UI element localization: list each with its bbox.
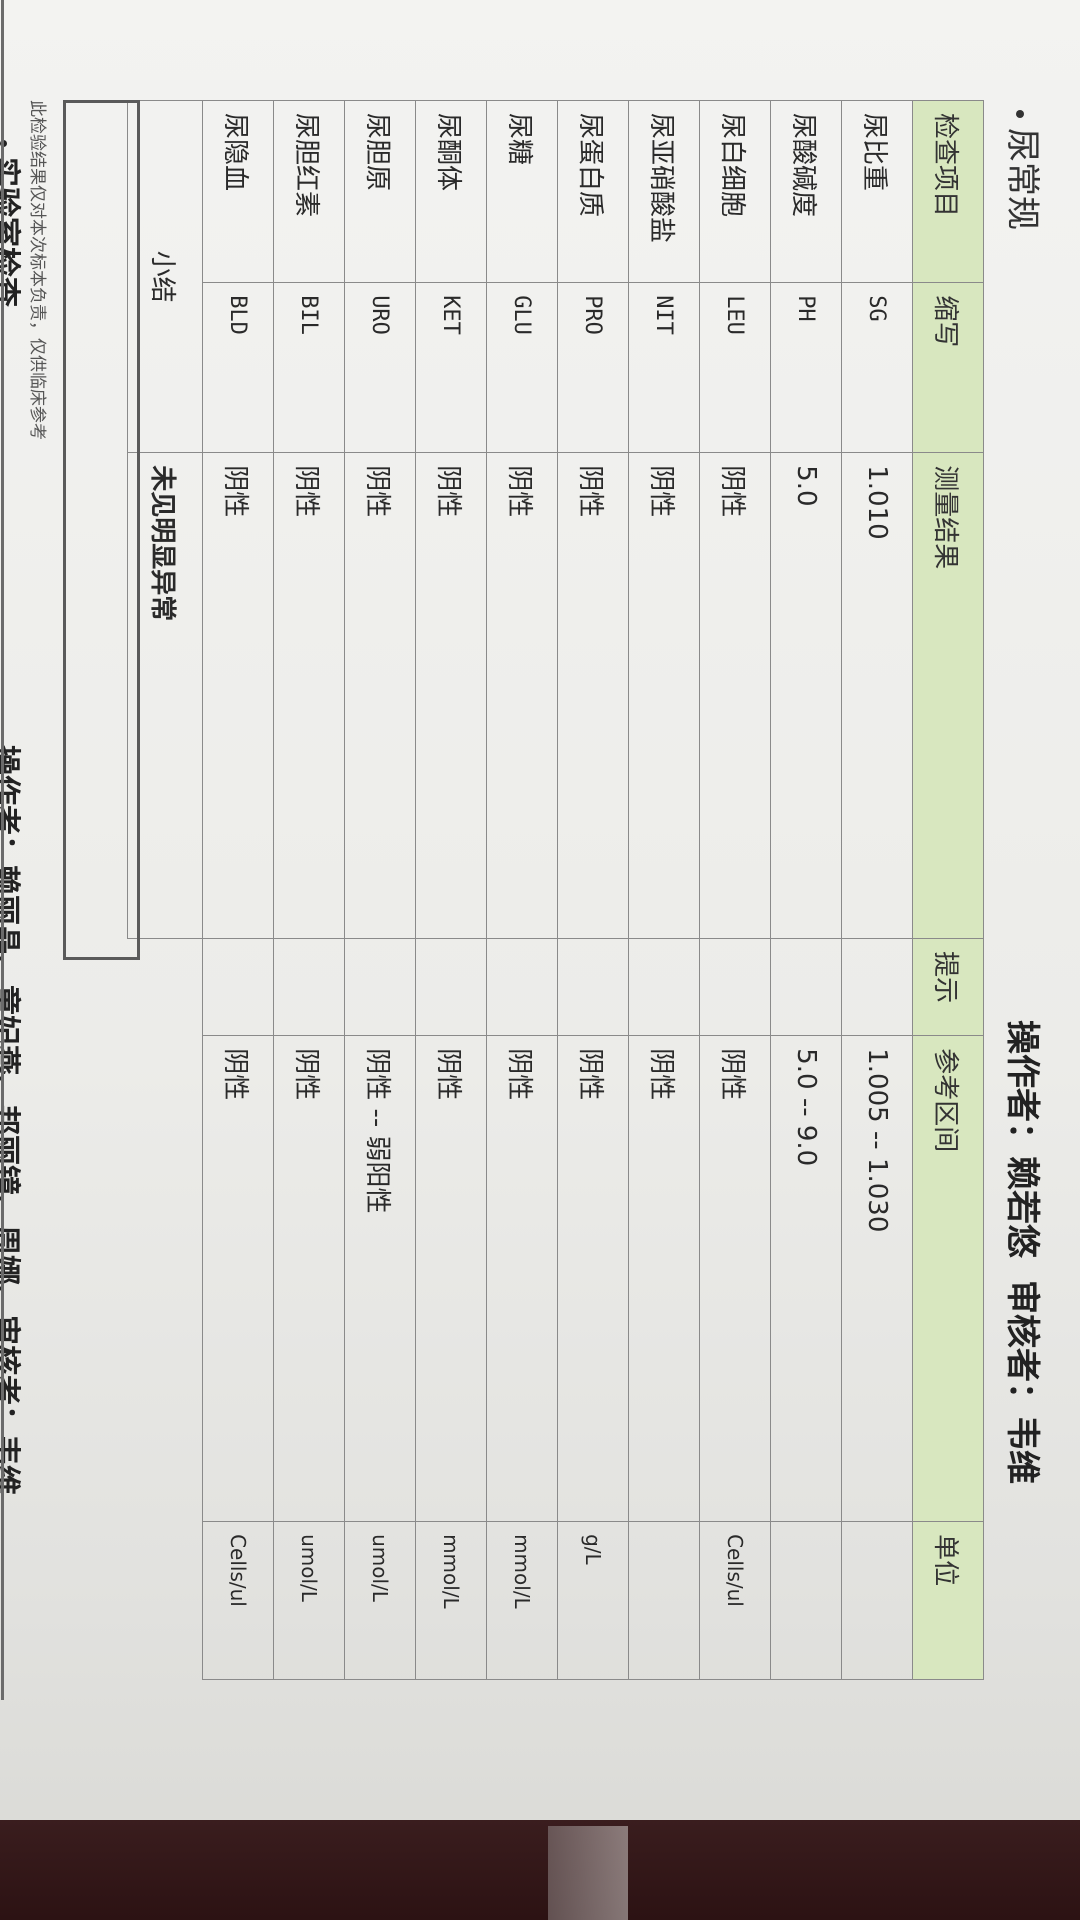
reference-range-cell: 阴性 xyxy=(628,1035,700,1522)
hint-cell xyxy=(557,938,629,1036)
operator: 操作者：赖若悠 xyxy=(1002,1020,1042,1258)
unit-cell xyxy=(841,1521,913,1680)
unit-cell xyxy=(628,1521,700,1680)
result-cell: 阴性 xyxy=(202,452,274,939)
hint-cell xyxy=(415,938,487,1036)
result-cell: 1.010 xyxy=(841,452,913,939)
result-cell: 阴性 xyxy=(557,452,629,939)
unit-cell: mmol/L xyxy=(486,1521,558,1680)
report-document: 尿常规 操作者：赖若悠审核者：韦维 检查项目 缩写 测量结果 提示 参考区间 单… xyxy=(0,0,1080,1920)
abbreviation-cell: BLD xyxy=(202,282,274,453)
summary-label: 小结 xyxy=(127,100,203,453)
reference-range-cell: 阴性 xyxy=(273,1035,345,1522)
result-cell: 阴性 xyxy=(628,452,700,939)
hint-cell xyxy=(202,938,274,1036)
bullet-icon xyxy=(1016,110,1025,118)
table-row: 尿蛋白质 PRO 阴性 阴性 g/L xyxy=(557,100,629,1680)
result-cell: 阴性 xyxy=(486,452,558,939)
next-section-title: 实验室检查 xyxy=(0,140,30,307)
hint-cell xyxy=(486,938,558,1036)
result-cell: 阴性 xyxy=(273,452,345,939)
unit-cell: Cells/ul xyxy=(202,1521,274,1680)
table-row: 尿隐血 BLD 阴性 阴性 Cells/ul xyxy=(202,100,274,1680)
item-name-cell: 尿亚硝酸盐 xyxy=(628,100,700,283)
table-header-row: 检查项目 缩写 测量结果 提示 参考区间 单位 xyxy=(912,100,984,1680)
hint-cell xyxy=(344,938,416,1036)
reviewer: 审核者：韦维 xyxy=(1002,1280,1042,1484)
item-name-cell: 尿酮体 xyxy=(415,100,487,283)
reference-range-cell: 阴性 xyxy=(202,1035,274,1522)
reference-range-cell: 1.005 -- 1.030 xyxy=(841,1035,913,1522)
abbreviation-cell: KET xyxy=(415,282,487,453)
hint-cell xyxy=(628,938,700,1036)
column-header: 测量结果 xyxy=(912,452,984,939)
reference-range-cell: 阴性 xyxy=(415,1035,487,1522)
unit-cell: Cells/ul xyxy=(699,1521,771,1680)
reference-range-cell: 阴性 -- 弱阳性 xyxy=(344,1035,416,1522)
unit-cell: mmol/L xyxy=(415,1521,487,1680)
unit-cell: umol/L xyxy=(273,1521,345,1680)
summary-value: 未见明显异常 xyxy=(127,452,203,939)
reference-range-cell: 阴性 xyxy=(557,1035,629,1522)
abbreviation-cell: PH xyxy=(770,282,842,453)
column-header: 单位 xyxy=(912,1521,984,1680)
unit-cell: umol/L xyxy=(344,1521,416,1680)
table-row: 尿酸碱度 PH 5.0 5.0 -- 9.0 xyxy=(770,100,842,1680)
reference-range-cell: 5.0 -- 9.0 xyxy=(770,1035,842,1522)
operator-line: 操作者：赖若悠审核者：韦维 xyxy=(1001,1020,1050,1506)
section-title: 尿常规 xyxy=(1001,110,1050,230)
hint-cell xyxy=(273,938,345,1036)
abbreviation-cell: GLU xyxy=(486,282,558,453)
abbreviation-cell: NIT xyxy=(628,282,700,453)
item-name-cell: 尿胆红素 xyxy=(273,100,345,283)
table-row: 尿胆原 URO 阴性阴性 -- 弱阳性 umol/L xyxy=(344,100,416,1680)
item-name-cell: 尿蛋白质 xyxy=(557,100,629,283)
abbreviation-cell: URO xyxy=(344,282,416,453)
item-name-cell: 尿比重 xyxy=(841,100,913,283)
result-cell: 阴性 xyxy=(699,452,771,939)
reference-range-cell: 阴性 xyxy=(699,1035,771,1522)
unit-cell: g/L xyxy=(557,1521,629,1680)
table-row: 尿酮体 KET 阴性 阴性 mmol/L xyxy=(415,100,487,1680)
table-row: 尿亚硝酸盐 NIT 阴性 阴性 xyxy=(628,100,700,1680)
item-name-cell: 尿隐血 xyxy=(202,100,274,283)
result-cell: 5.0 xyxy=(770,452,842,939)
table-row: 尿胆红素 BIL 阴性 阴性 umol/L xyxy=(273,100,345,1680)
hint-cell xyxy=(841,938,913,1036)
result-cell: 阴性 xyxy=(415,452,487,939)
next-section-frame xyxy=(1,0,4,1700)
table-row: 尿白细胞 LEU 阴性 阴性 Cells/ul xyxy=(699,100,771,1680)
hint-cell xyxy=(770,938,842,1036)
summary-row: 小结 未见明显异常 xyxy=(127,100,203,1680)
abbreviation-cell: SG xyxy=(841,282,913,453)
abbreviation-cell: BIL xyxy=(273,282,345,453)
item-name-cell: 尿白细胞 xyxy=(699,100,771,283)
disclaimer: 此检验结果仅对本次标本负责，仅供临床参考 xyxy=(27,100,47,440)
column-header: 参考区间 xyxy=(912,1035,984,1522)
table-row: 尿比重 SG 1.010 1.005 -- 1.030 xyxy=(841,100,913,1680)
abbreviation-cell: PRO xyxy=(557,282,629,453)
results-table: 检查项目 缩写 测量结果 提示 参考区间 单位 尿比重 SG 1.010 1.005 … xyxy=(127,100,984,1680)
item-name-cell: 尿糖 xyxy=(486,100,558,283)
abbreviation-cell: LEU xyxy=(699,282,771,453)
result-cell: 阴性 xyxy=(344,452,416,939)
hint-cell xyxy=(699,938,771,1036)
column-header: 检查项目 xyxy=(912,100,984,283)
column-header: 缩写 xyxy=(912,282,984,453)
reference-range-cell: 阴性 xyxy=(486,1035,558,1522)
item-name-cell: 尿胆原 xyxy=(344,100,416,283)
item-name-cell: 尿酸碱度 xyxy=(770,100,842,283)
unit-cell xyxy=(770,1521,842,1680)
table-row: 尿糖 GLU 阴性 阴性 mmol/L xyxy=(486,100,558,1680)
section-title-text: 尿常规 xyxy=(1002,128,1042,230)
next-section-operator: 操作者：赖丽晶、童妃燕、邦丽镜、周娜、审核者：韦维 xyxy=(0,745,22,1495)
column-header: 提示 xyxy=(912,938,984,1036)
